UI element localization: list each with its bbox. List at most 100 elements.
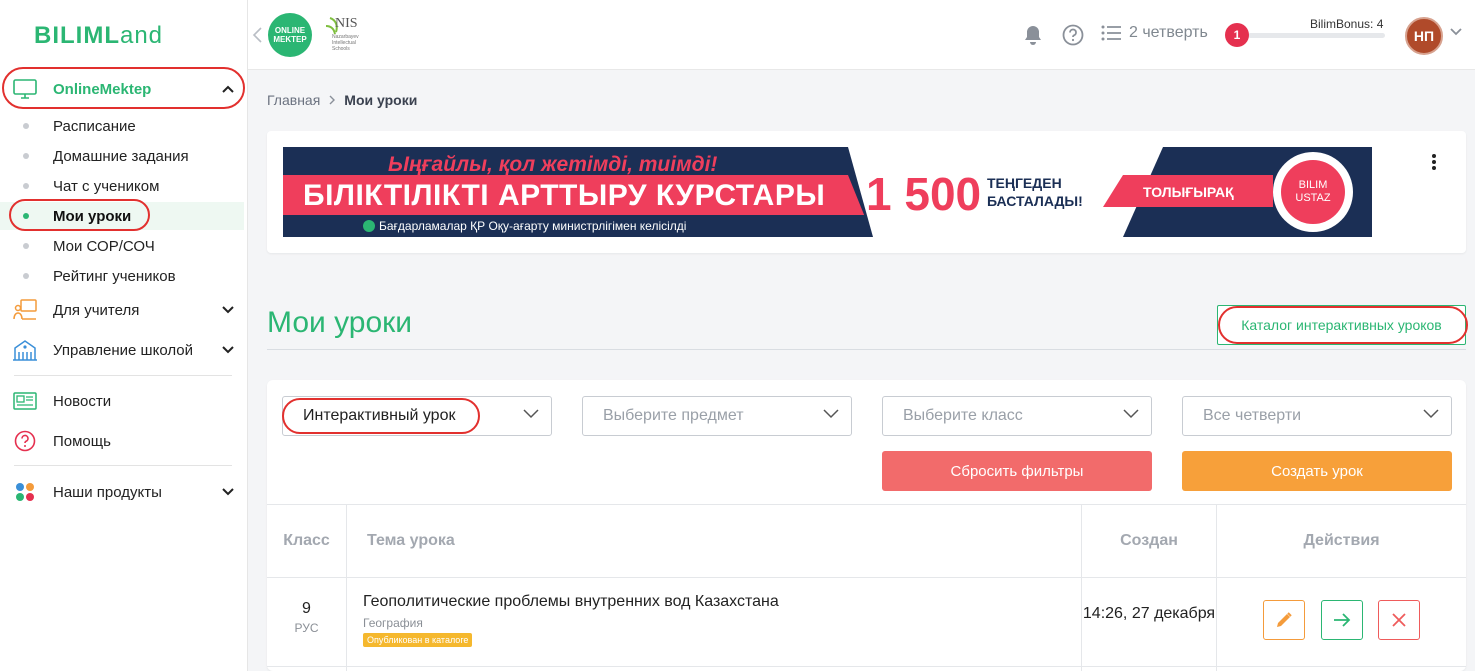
sidebar-item-help[interactable]: Помощь: [0, 421, 248, 461]
chevron-down-icon: [823, 409, 839, 419]
quarter-label: 2 четверть: [1129, 24, 1208, 41]
edit-lesson-button[interactable]: [1263, 600, 1305, 640]
sidebar-subitem-chat[interactable]: Чат с учеником: [0, 172, 244, 200]
breadcrumb-home[interactable]: Главная: [267, 92, 320, 108]
sidebar-item-for-teacher[interactable]: Для учителя: [0, 290, 248, 330]
chevron-down-icon: [220, 342, 236, 358]
nis-logo-subtext: Nazarbayev Intellectual Schools: [332, 34, 359, 52]
sidebar-item-label: OnlineMektep: [53, 80, 152, 98]
sidebar-item-our-products[interactable]: Наши продукты: [0, 472, 248, 512]
sidebar-divider: [14, 375, 232, 376]
banner-price: 1 500: [866, 168, 982, 220]
sidebar-item-onlinemektep[interactable]: OnlineMektep: [0, 69, 248, 109]
sidebar-subitem-my-lessons[interactable]: Мои уроки: [0, 202, 244, 230]
banner-card: Ыңғайлы, қол жетімді, тиімді! БІЛІКТІЛІК…: [267, 131, 1466, 253]
bilimland-logo[interactable]: BILIMLand: [34, 22, 163, 50]
sidebar-subitem-schedule[interactable]: Расписание: [0, 112, 244, 140]
catalog-button[interactable]: Каталог интерактивных уроков: [1217, 305, 1466, 345]
news-icon: [12, 389, 38, 413]
quarter-selector[interactable]: 2 четверть: [1101, 24, 1208, 42]
banner-price-note: ТЕҢГЕДЕН БАСТАЛАДЫ!: [987, 175, 1083, 209]
sidebar-item-news[interactable]: Новости: [0, 381, 248, 421]
class-select[interactable]: Выберите класс: [882, 396, 1152, 436]
user-avatar[interactable]: НП: [1405, 17, 1443, 55]
chevron-down-icon: [1123, 409, 1139, 419]
banner-top-line: Ыңғайлы, қол жетімді, тиімді!: [388, 153, 718, 176]
promo-banner[interactable]: Ыңғайлы, қол жетімді, тиімді! БІЛІКТІЛІК…: [283, 147, 1372, 237]
bonus-progress-bar: [1248, 33, 1385, 38]
kebab-menu-icon[interactable]: [1431, 153, 1437, 171]
bell-icon[interactable]: [1024, 25, 1042, 45]
chevron-right-icon: [329, 95, 336, 105]
banner-cta: ТОЛЫҒЫРАҚ: [1143, 184, 1234, 200]
table-border: [267, 666, 1466, 667]
lesson-subject: География: [363, 616, 423, 630]
sidebar-divider: [14, 465, 232, 466]
table-row-grade: 9 РУС: [294, 600, 319, 635]
breadcrumb-current: Мои уроки: [344, 92, 418, 108]
sidebar-item-label: Наши продукты: [53, 483, 162, 501]
reset-filters-button[interactable]: Сбросить фильтры: [882, 451, 1152, 491]
title-divider: [267, 349, 1466, 350]
help-icon[interactable]: [1062, 24, 1084, 46]
bullet-dot: [23, 273, 29, 279]
check-circle-icon: [363, 220, 375, 232]
bullet-dot: [23, 243, 29, 249]
chevron-down-icon: [523, 409, 539, 419]
column-header-topic[interactable]: Тема урока: [367, 504, 455, 577]
teacher-icon: [12, 298, 38, 322]
school-icon: [12, 338, 38, 362]
sidebar-item-label: Помощь: [53, 432, 111, 450]
bonus-count-badge[interactable]: 1: [1225, 23, 1249, 47]
breadcrumb: Главная Мои уроки: [267, 92, 417, 108]
column-header-created[interactable]: Создан: [1082, 504, 1216, 577]
pencil-icon: [1277, 612, 1292, 627]
bullet-dot: [23, 123, 29, 129]
help-circle-icon: [12, 429, 38, 453]
nis-logo-text: NIS: [335, 16, 358, 31]
sidebar-subitem-rating[interactable]: Рейтинг учеников: [0, 262, 244, 290]
arrow-right-icon: [1334, 613, 1351, 627]
chevron-up-icon: [220, 81, 236, 97]
monitor-icon: [12, 77, 38, 101]
sidebar-item-label: Управление школой: [53, 341, 193, 359]
chevron-down-icon: [220, 302, 236, 318]
chevron-down-icon: [1423, 409, 1439, 419]
chevron-down-icon: [220, 484, 236, 500]
delete-lesson-button[interactable]: [1378, 600, 1420, 640]
banner-main-line: БІЛІКТІЛІКТІ АРТТЫРУ КУРСТАРЫ: [303, 179, 826, 212]
products-dots-icon: [12, 480, 38, 504]
list-icon: [1101, 25, 1121, 41]
open-lesson-button[interactable]: [1321, 600, 1363, 640]
chevron-left-icon[interactable]: [250, 26, 264, 44]
sidebar-item-school-management[interactable]: Управление школой: [0, 330, 248, 370]
top-header: ONLINE MEKTEP NIS Nazarbayev Intellectua…: [248, 0, 1475, 70]
sidebar-item-label: Для учителя: [53, 301, 140, 319]
subject-select[interactable]: Выберите предмет: [582, 396, 852, 436]
sidebar-item-label: Новости: [53, 392, 112, 410]
bilim-ustaz-badge: BILIM USTAZ: [1295, 179, 1331, 204]
create-lesson-button[interactable]: Создать урок: [1182, 451, 1452, 491]
table-border: [267, 577, 1466, 578]
onlinemektep-logo[interactable]: ONLINE MEKTEP: [268, 13, 312, 57]
table-border: [346, 504, 347, 671]
bonus-label: BilimBonus: 4: [1310, 17, 1384, 31]
column-header-actions: Действия: [1303, 531, 1380, 549]
lessons-card: Интерактивный урок Выберите предмет Выбе…: [267, 380, 1466, 671]
banner-sub-line: Бағдарламалар ҚР Оқу-ағарту министрлігім…: [363, 219, 686, 233]
sidebar-subitem-sor-soch[interactable]: Мои СОР/СОЧ: [0, 232, 244, 260]
sidebar: BILIMLand OnlineMektep Расписание Домашн…: [0, 0, 248, 671]
close-icon: [1392, 613, 1406, 627]
lesson-title[interactable]: Геополитические проблемы внутренних вод …: [363, 593, 779, 611]
bullet-dot: [23, 183, 29, 189]
bullet-dot: [23, 213, 29, 219]
sidebar-subitem-homework[interactable]: Домашние задания: [0, 142, 244, 170]
column-header-grade[interactable]: Класс: [267, 504, 346, 577]
published-badge: Опубликован в каталоге: [363, 633, 473, 647]
lesson-created-date: 14:26, 27 декабря: [1082, 605, 1216, 622]
bullet-dot: [23, 153, 29, 159]
chevron-down-icon[interactable]: [1450, 28, 1462, 36]
quarter-select[interactable]: Все четверти: [1182, 396, 1452, 436]
page-title: Мои уроки: [267, 306, 413, 339]
lesson-type-select[interactable]: Интерактивный урок: [282, 396, 552, 436]
